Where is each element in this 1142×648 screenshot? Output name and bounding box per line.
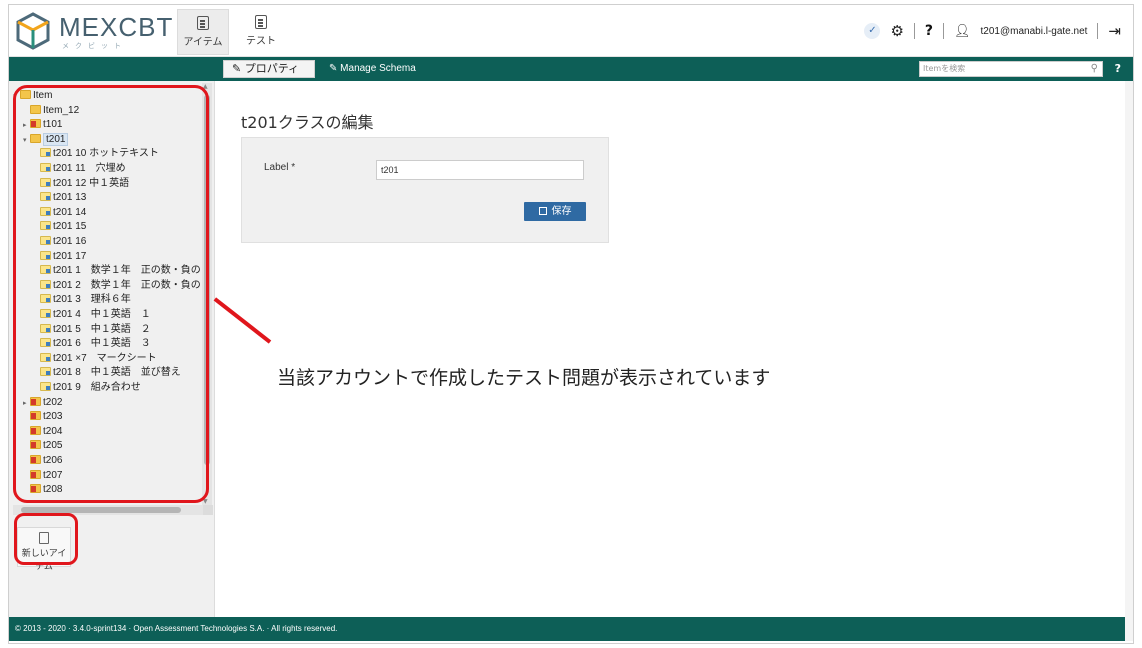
- label-field[interactable]: t201: [376, 160, 584, 180]
- divider: [913, 23, 915, 39]
- user-icon[interactable]: 👤︎: [954, 24, 971, 39]
- label-field-label: Label *: [264, 162, 296, 173]
- manage-schema-label: Manage Schema: [340, 63, 416, 74]
- app-window: MEXCBT メクビット アイテム テスト ✓ ⚙ ? 👤︎ t201@mana…: [8, 4, 1134, 644]
- search-placeholder: Itemを検索: [923, 64, 966, 73]
- header-right-controls: ✓ ⚙ ? 👤︎ t201@manabi.l-gate.net ⇥: [864, 5, 1121, 57]
- footer: © 2013 - 2020 · 3.4.0-sprint134 · Open A…: [9, 617, 1133, 641]
- tab-tests[interactable]: テスト: [235, 9, 287, 55]
- check-icon[interactable]: ✓: [864, 23, 881, 39]
- floppy-icon: [538, 207, 547, 215]
- annotation-tree-highlight: [13, 85, 209, 503]
- pencil-icon: ✎: [232, 62, 245, 75]
- tab-items[interactable]: アイテム: [177, 9, 229, 55]
- help-icon[interactable]: ?: [925, 23, 933, 39]
- scroll-corner: [203, 505, 213, 515]
- items-icon: [197, 16, 209, 30]
- tests-icon: [255, 15, 267, 29]
- logo-subtext: メクビット: [62, 42, 127, 50]
- properties-label: プロパティ: [244, 62, 300, 75]
- logo-cube-icon: [16, 12, 50, 50]
- search-help-icon[interactable]: ?: [1115, 57, 1121, 81]
- user-email[interactable]: t201@manabi.l-gate.net: [981, 26, 1088, 37]
- gear-icon[interactable]: ⚙: [890, 22, 903, 40]
- divider: [1097, 23, 1099, 39]
- save-button[interactable]: 保存: [524, 202, 586, 221]
- action-bar: ✎ プロパティ ✎ Manage Schema Itemを検索 ⚲ ?: [9, 57, 1133, 81]
- mexcbt-logo[interactable]: MEXCBT メクビット: [13, 11, 172, 53]
- page-scrollbar[interactable]: [1125, 81, 1133, 641]
- save-label: 保存: [551, 206, 572, 217]
- search-input[interactable]: Itemを検索 ⚲: [919, 61, 1103, 77]
- annotation-text: 当該アカウントで作成したテスト問題が表示されています: [277, 367, 771, 389]
- search-icon[interactable]: ⚲: [1091, 62, 1098, 76]
- tab-tests-label: テスト: [246, 36, 276, 47]
- manage-schema-button[interactable]: ✎ Manage Schema: [329, 57, 416, 81]
- edit-icon: ✎: [329, 63, 341, 74]
- properties-button[interactable]: ✎ プロパティ: [223, 60, 315, 78]
- edit-form: Label * t201 保存: [241, 137, 609, 243]
- annotation-new-item-highlight: [14, 513, 78, 565]
- divider: [943, 23, 945, 39]
- logout-icon[interactable]: ⇥: [1108, 22, 1121, 40]
- main-content: t201クラスの編集 Label * t201 保存: [215, 81, 1133, 617]
- top-header: MEXCBT メクビット アイテム テスト ✓ ⚙ ? 👤︎ t201@mana…: [9, 5, 1133, 57]
- tab-items-label: アイテム: [183, 37, 223, 48]
- page-title: t201クラスの編集: [241, 113, 374, 132]
- logo-text: MEXCBT: [59, 12, 174, 42]
